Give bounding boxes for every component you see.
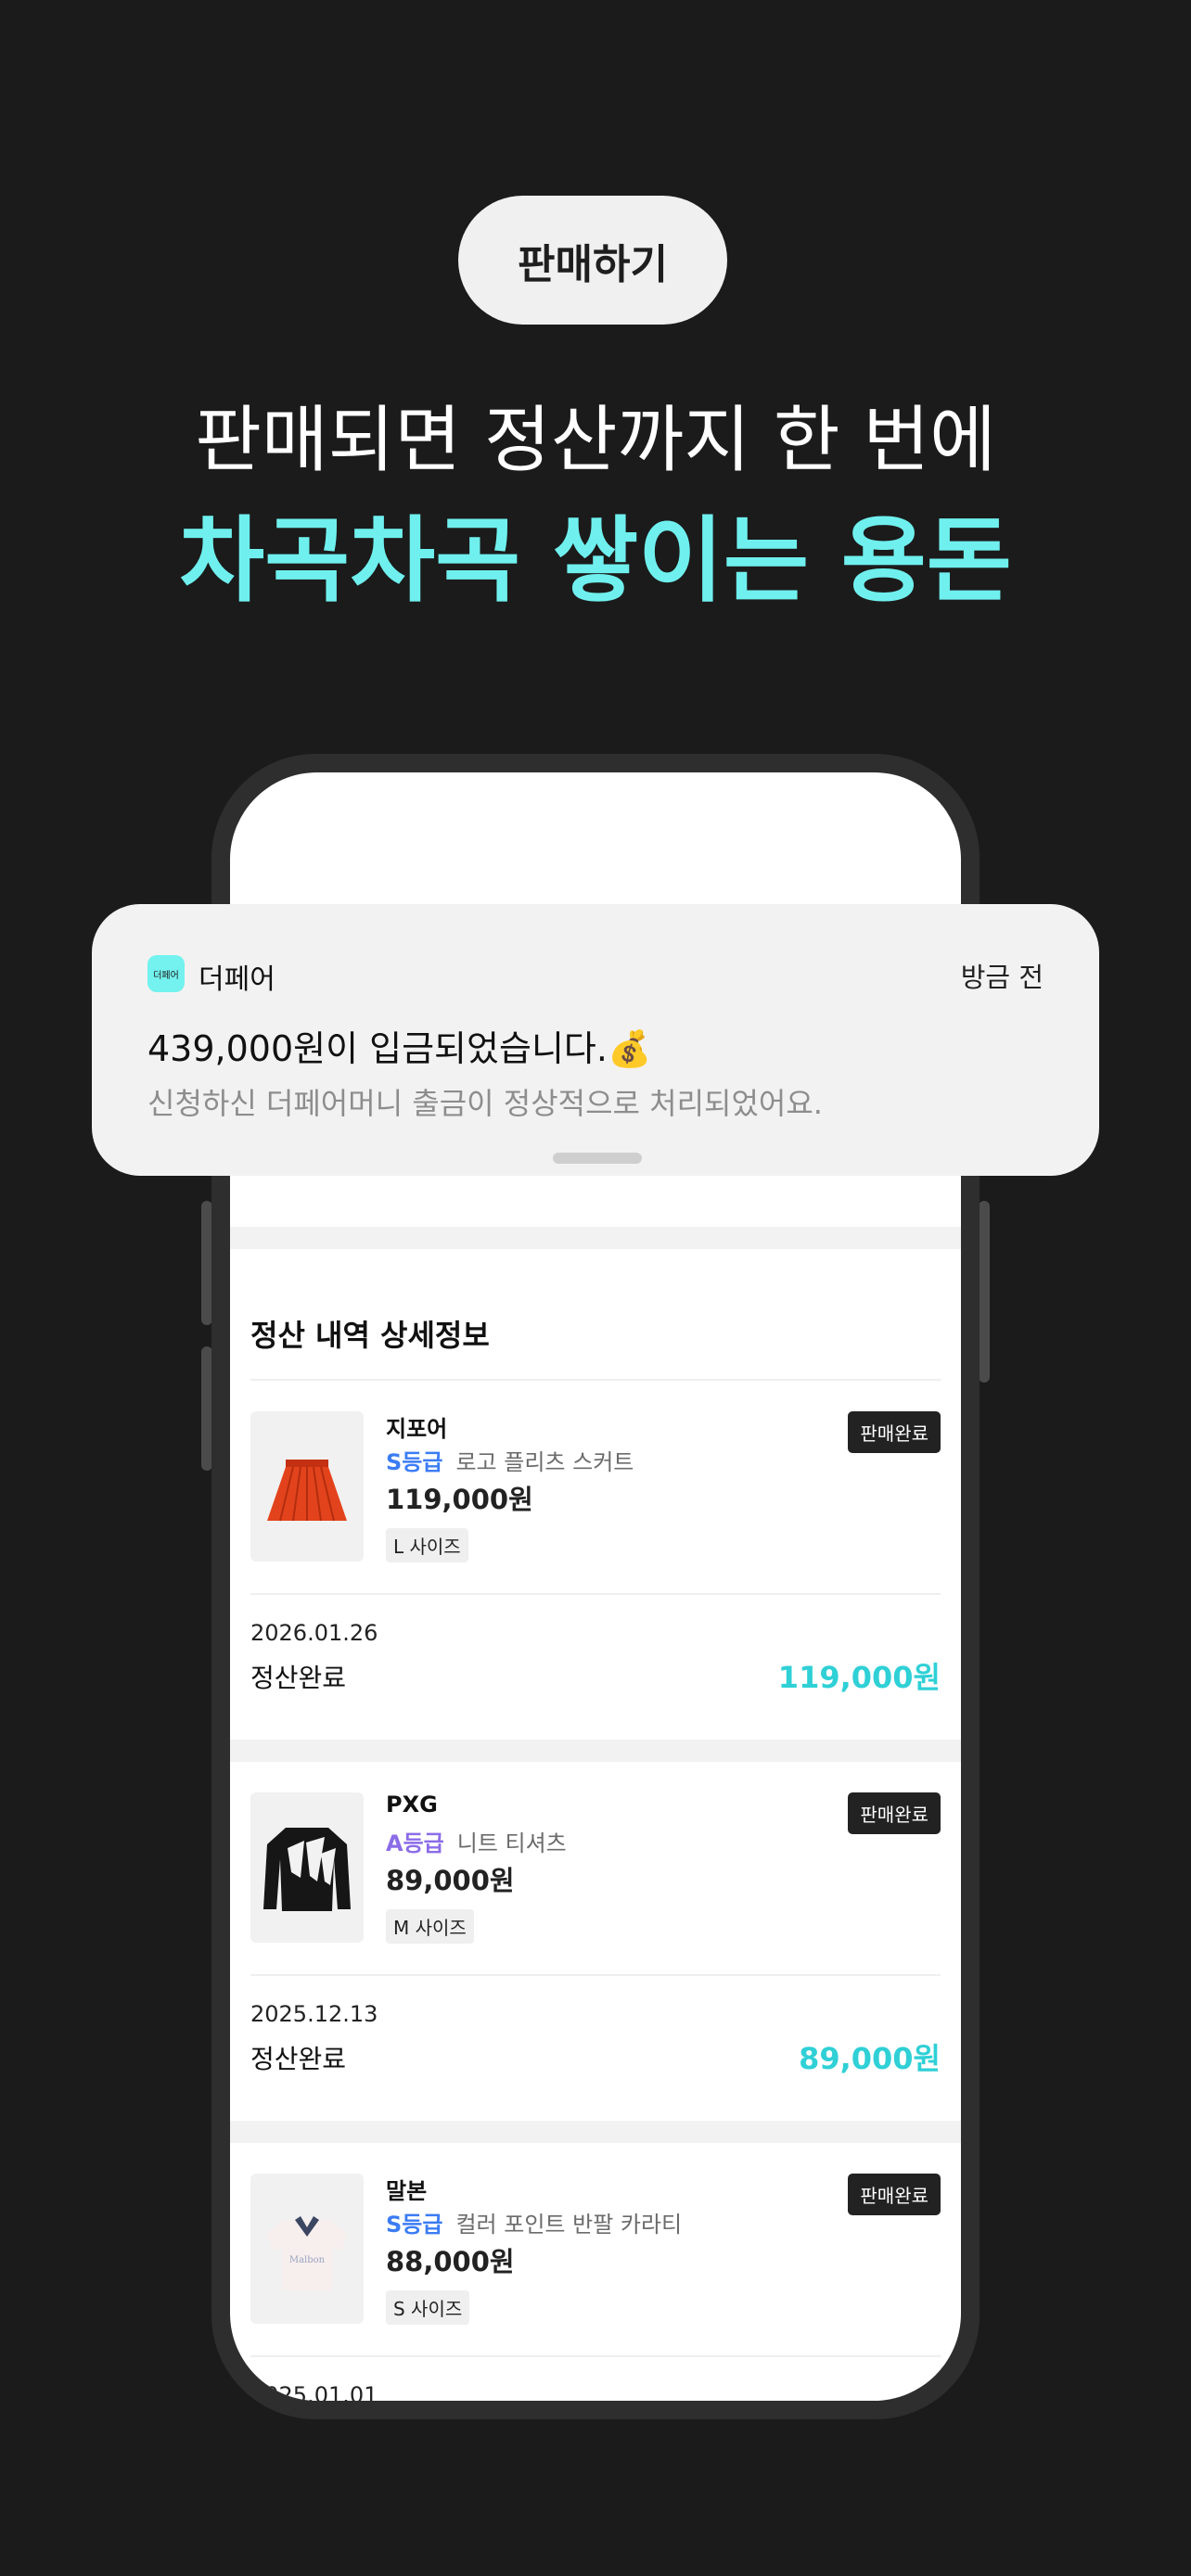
divider [250,1974,941,1976]
headline-line1: 판매되면 정산까지 한 번에 [195,399,996,482]
product-brand: PXG [386,1792,438,1817]
notification-time: 방금 전 [960,962,1044,993]
grade-label: A등급 [386,1830,444,1856]
notification-body: 신청하신 더페어머니 출금이 정상적으로 처리되었어요. [147,1086,823,1121]
settlement-status: 정산완료 [250,1663,347,1693]
size-tag: L 사이즈 [386,1528,468,1562]
section-gap [230,1740,961,1762]
product-brand: 지포어 [386,1416,448,1442]
settlement-date: 2026.01.26 [250,1620,378,1646]
size-tag: S 사이즈 [386,2290,470,2325]
product-thumbnail-collar-tee[interactable]: Malbon [250,2174,364,2324]
section-title: 정산 내역 상세정보 [250,1318,490,1353]
settlement-date: 2025.12.13 [250,2001,378,2027]
section-gap [230,2121,961,2143]
product-description: A등급 니트 티셔츠 [386,1825,567,1857]
app-icon: 더페어 [147,955,185,992]
sell-pill-button[interactable]: 판매하기 [458,196,727,325]
settlement-status: 정산완료 [250,2044,347,2074]
sold-badge: 판매완료 [848,1792,941,1834]
notification-handle[interactable] [553,1153,642,1164]
settlement-amount: 119,000원 [777,1660,941,1695]
product-name: 로고 플리츠 스커트 [455,1449,634,1475]
product-description: S등급 로고 플리츠 스커트 [386,1444,634,1476]
product-description: S등급 컬러 포인트 반팔 카라티 [386,2206,682,2238]
product-price: 119,000원 [386,1484,533,1515]
product-price: 89,000원 [386,1865,515,1896]
grade-label: S등급 [386,2212,443,2238]
settlement-amount: 89,000원 [799,2041,941,2076]
divider [250,1379,941,1381]
notification-title-text: 439,000원이 입금되었습니다. [147,1028,608,1069]
grade-label: S등급 [386,1449,443,1475]
section-gap [230,1227,961,1249]
divider [250,1593,941,1595]
product-name: 컬러 포인트 반팔 카라티 [455,2212,683,2238]
sold-badge: 판매완료 [848,1411,941,1453]
size-tag: M 사이즈 [386,1909,474,1944]
phone-power-button [979,1201,990,1383]
notification-title: 439,000원이 입금되었습니다.💰 [147,1020,651,1071]
settlement-date: 2025.01.01 [250,2382,378,2401]
notification-app-name: 더페어 [198,963,275,996]
product-brand: 말본 [386,2178,428,2204]
product-name: 니트 티셔츠 [456,1830,567,1856]
product-thumbnail-skirt[interactable] [250,1411,364,1562]
svg-text:Malbon: Malbon [289,2255,326,2265]
push-notification[interactable]: 더페어 더페어 방금 전 439,000원이 입금되었습니다.💰 신청하신 더페… [92,904,1099,1176]
product-thumbnail-sweater[interactable] [250,1792,364,1943]
money-bag-icon: 💰 [607,1028,652,1069]
sold-badge: 판매완료 [848,2174,941,2215]
headline-line2: 차곡차곡 쌓이는 용돈 [179,506,1012,615]
product-price: 88,000원 [386,2246,515,2277]
divider [250,2355,941,2357]
